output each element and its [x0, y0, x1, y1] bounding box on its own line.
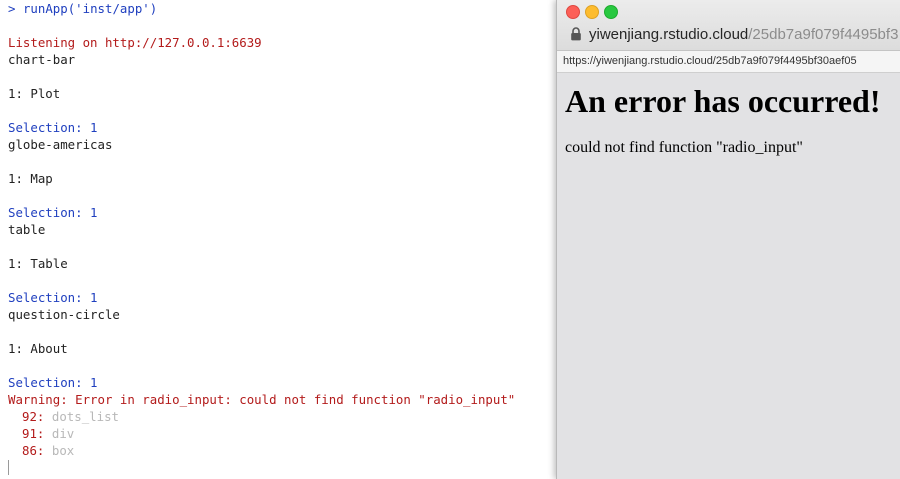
- traceback-num: 91:: [22, 426, 45, 441]
- r-console[interactable]: > runApp('inst/app') Listening on http:/…: [0, 0, 556, 479]
- traceback-line: 91: div: [22, 425, 74, 442]
- window-title-url: yiwenjiang.rstudio.cloud/25db7a9f079f449…: [589, 25, 898, 45]
- traceback-num: 92:: [22, 409, 45, 424]
- console-prompt: >: [8, 1, 16, 16]
- traceback-fn: div: [51, 426, 75, 441]
- error-heading: An error has occurred!: [565, 83, 881, 119]
- console-line: Selection: 1: [8, 205, 98, 220]
- url-path: /25db7a9f079f4495bf3: [748, 26, 899, 43]
- console-line: 1: Table: [8, 256, 68, 271]
- console-line: > runApp('inst/app'): [8, 0, 157, 17]
- browser-page: An error has occurred! could not find fu…: [557, 73, 900, 479]
- console-caret[interactable]: [8, 460, 9, 475]
- console-line: chart-bar: [8, 52, 76, 67]
- url-host: yiwenjiang.rstudio.cloud: [589, 26, 749, 43]
- console-line: Selection: 1: [8, 290, 98, 305]
- error-message: could not find function "radio_input": [565, 139, 803, 156]
- address-url: https://yiwenjiang.rstudio.cloud/25db7a9…: [563, 55, 857, 67]
- console-line: Selection: 1: [8, 375, 98, 390]
- console-line: question-circle: [8, 307, 120, 322]
- traceback-fn: box: [51, 443, 75, 458]
- console-command: runApp('inst/app'): [22, 1, 158, 16]
- traceback-line: 86: box: [22, 442, 74, 459]
- traceback-line: 92: dots_list: [22, 408, 119, 425]
- lock-icon: [571, 27, 581, 41]
- traceback-num: 86:: [22, 443, 45, 458]
- console-line: 1: Map: [8, 171, 53, 186]
- traceback-fn: dots_list: [51, 409, 119, 424]
- console-line: Selection: 1: [8, 120, 98, 135]
- close-window-button[interactable]: [566, 5, 580, 19]
- console-warning: Warning: Error in radio_input: could not…: [8, 392, 516, 407]
- console-line: table: [8, 222, 46, 237]
- address-bar[interactable]: https://yiwenjiang.rstudio.cloud/25db7a9…: [557, 51, 900, 73]
- console-line: Listening on http://127.0.0.1:6639: [8, 35, 262, 50]
- browser-window: yiwenjiang.rstudio.cloud/25db7a9f079f449…: [556, 0, 900, 479]
- console-line: 1: About: [8, 341, 68, 356]
- zoom-window-button[interactable]: [604, 5, 618, 19]
- browser-titlebar: yiwenjiang.rstudio.cloud/25db7a9f079f449…: [557, 0, 900, 51]
- minimize-window-button[interactable]: [585, 5, 599, 19]
- console-line: globe-americas: [8, 137, 113, 152]
- console-line: 1: Plot: [8, 86, 61, 101]
